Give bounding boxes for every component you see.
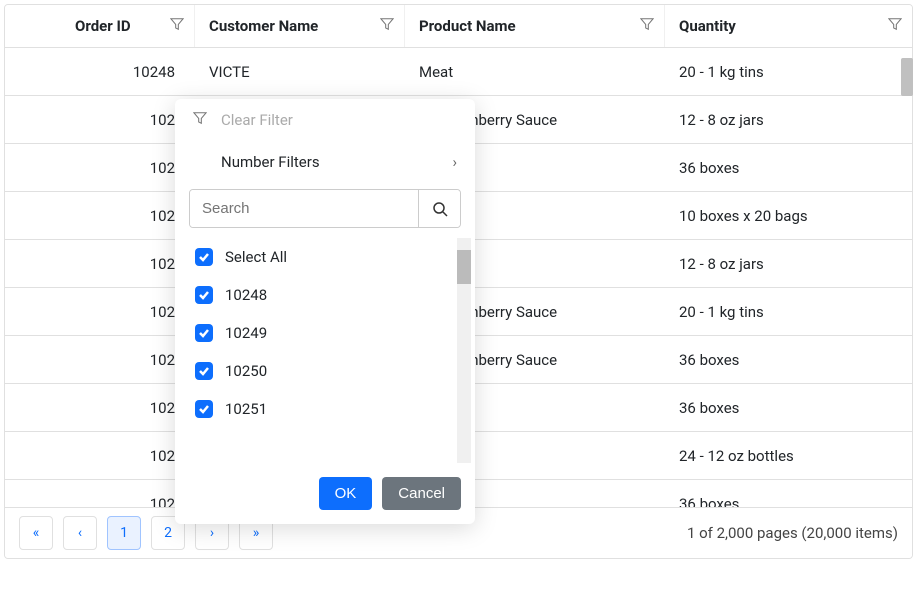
cell-orderid: 102	[5, 351, 195, 369]
ok-button[interactable]: OK	[319, 477, 373, 510]
cell-product: Meat	[405, 63, 665, 81]
pager-first-button[interactable]: «	[19, 516, 53, 550]
checkbox-checked[interactable]	[195, 324, 213, 342]
filter-footer: OK Cancel	[175, 463, 475, 524]
cell-quantity: 36 boxes	[665, 351, 912, 369]
filter-value-item[interactable]: 10250	[189, 352, 471, 390]
number-filters-label: Number Filters	[221, 153, 320, 171]
column-label: Customer Name	[209, 17, 318, 35]
cell-quantity: 12 - 8 oz jars	[665, 111, 912, 129]
cell-quantity: 36 boxes	[665, 495, 912, 508]
filter-value-item[interactable]: 10251	[189, 390, 471, 428]
scrollbar-thumb[interactable]	[901, 58, 913, 96]
select-all-item[interactable]: Select All	[189, 238, 471, 276]
filter-icon[interactable]	[170, 17, 184, 35]
vertical-scrollbar[interactable]	[901, 54, 913, 544]
cell-customer: VICTE	[195, 63, 405, 81]
filter-popup: Clear Filter Number Filters › Select All…	[175, 99, 475, 524]
filter-icon[interactable]	[888, 17, 902, 35]
cell-orderid: 102	[5, 159, 195, 177]
chevron-right-icon: ›	[452, 153, 457, 171]
search-button[interactable]	[418, 190, 460, 227]
cell-quantity: 10 boxes x 20 bags	[665, 207, 912, 225]
clear-filter-label: Clear Filter	[221, 111, 293, 129]
cell-orderid: 102	[5, 447, 195, 465]
checkbox-checked[interactable]	[195, 362, 213, 380]
cancel-button[interactable]: Cancel	[382, 477, 461, 510]
filter-value-label: 10248	[225, 286, 267, 304]
filter-search	[189, 189, 461, 228]
column-header-product[interactable]: Product Name	[405, 5, 665, 47]
filter-search-input[interactable]	[190, 190, 418, 227]
pager-prev-button[interactable]: ‹	[63, 516, 97, 550]
cell-orderid: 102	[5, 255, 195, 273]
filter-value-list: Select All 10248 10249 10250 10251	[189, 238, 471, 463]
filter-value-item[interactable]: 10249	[189, 314, 471, 352]
pager-page-1[interactable]: 1	[107, 516, 141, 550]
cell-quantity: 36 boxes	[665, 399, 912, 417]
filter-value-label: 10251	[225, 400, 267, 418]
pager-info: 1 of 2,000 pages (20,000 items)	[687, 524, 898, 542]
cell-quantity: 24 - 12 oz bottles	[665, 447, 912, 465]
table-row[interactable]: 10248VICTEMeat20 - 1 kg tins	[5, 48, 912, 96]
filter-list-scrollbar[interactable]	[457, 238, 471, 463]
cell-orderid: 10248	[5, 63, 195, 81]
cell-quantity: 36 boxes	[665, 159, 912, 177]
filter-icon[interactable]	[380, 17, 394, 35]
cell-orderid: 102	[5, 303, 195, 321]
cell-orderid: 102	[5, 495, 195, 508]
filter-icon	[193, 111, 207, 129]
filter-value-label: 10250	[225, 362, 267, 380]
column-header-quantity[interactable]: Quantity	[665, 5, 912, 47]
column-header-customer[interactable]: Customer Name	[195, 5, 405, 47]
scrollbar-thumb[interactable]	[457, 250, 471, 284]
checkbox-checked[interactable]	[195, 286, 213, 304]
cell-orderid: 102	[5, 399, 195, 417]
cell-quantity: 20 - 1 kg tins	[665, 303, 912, 321]
cell-orderid: 102	[5, 111, 195, 129]
cell-quantity: 20 - 1 kg tins	[665, 63, 912, 81]
select-all-label: Select All	[225, 248, 287, 266]
cell-orderid: 102	[5, 207, 195, 225]
clear-filter-item: Clear Filter	[175, 99, 475, 141]
number-filters-item[interactable]: Number Filters ›	[175, 141, 475, 183]
filter-icon[interactable]	[640, 17, 654, 35]
grid-header: Order ID Customer Name Product Name Quan…	[5, 5, 912, 48]
checkbox-checked[interactable]	[195, 400, 213, 418]
checkbox-checked[interactable]	[195, 248, 213, 266]
column-label: Product Name	[419, 17, 516, 35]
filter-value-label: 10249	[225, 324, 267, 342]
column-label: Order ID	[75, 17, 131, 35]
filter-value-item[interactable]: 10248	[189, 276, 471, 314]
cell-quantity: 12 - 8 oz jars	[665, 255, 912, 273]
column-header-orderid[interactable]: Order ID	[5, 5, 195, 47]
column-label: Quantity	[679, 17, 736, 35]
